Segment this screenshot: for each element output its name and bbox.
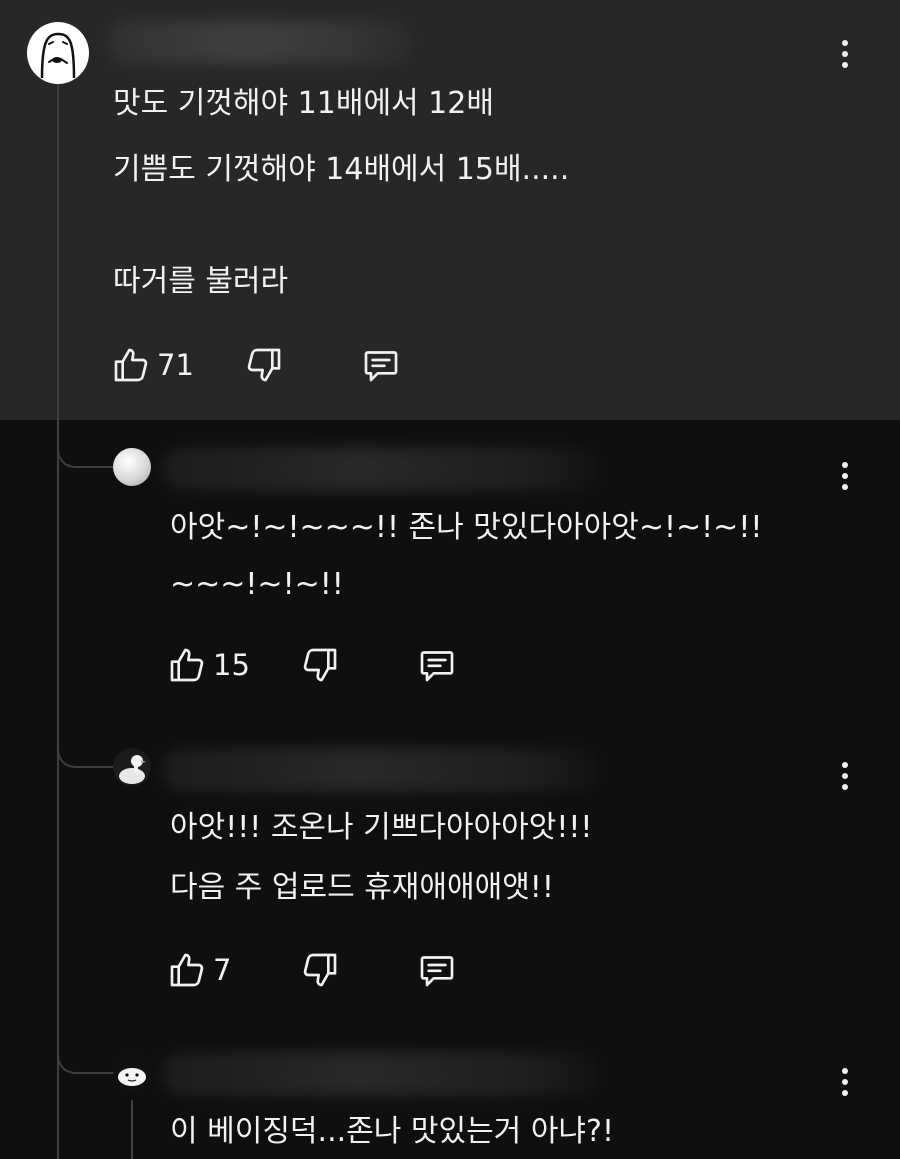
more-vertical-icon (842, 40, 848, 46)
thread-branch (57, 1030, 113, 1074)
thumbs-down-icon (303, 953, 337, 987)
avatar[interactable] (27, 22, 89, 84)
more-vertical-icon (842, 762, 848, 768)
dislike-button[interactable] (244, 345, 284, 385)
like-count: 71 (157, 348, 194, 382)
author-name-blurred[interactable] (160, 1052, 600, 1096)
reply-button[interactable] (416, 645, 458, 685)
more-vertical-icon (842, 1068, 848, 1074)
thread-branch (57, 424, 113, 468)
dislike-button[interactable] (300, 645, 340, 685)
author-name-blurred[interactable] (108, 20, 413, 64)
reply-text-line: ~~~!~!~!! (170, 567, 344, 602)
reply-text-line: 아앗~!~!~~~!! 존나 맛있다아아앗~!~!~!! (170, 510, 763, 545)
thumbs-up-icon (170, 648, 204, 682)
comment-text-line: 따거를 불러라 (113, 264, 289, 299)
thumbs-up-icon (170, 953, 204, 987)
more-options-button[interactable] (833, 1062, 857, 1102)
reply-text-line: 아앗!!! 조온나 기쁘다아아아앗!!! (170, 810, 593, 845)
comment-text-line: 기쁨도 기껏해야 14배에서 15배..... (113, 152, 570, 187)
avatar[interactable] (113, 1054, 151, 1092)
thread-line (57, 84, 59, 1159)
thread-branch (57, 724, 113, 768)
reply-comment-icon (364, 351, 398, 382)
thread-line (131, 1100, 133, 1159)
avatar[interactable] (113, 448, 151, 486)
thumbs-up-icon (114, 348, 148, 382)
dislike-button[interactable] (300, 950, 340, 990)
thumbs-down-icon (303, 648, 337, 682)
author-name-blurred[interactable] (160, 447, 600, 491)
thumbs-down-icon (247, 348, 281, 382)
like-button[interactable]: 7 (167, 950, 231, 990)
reply-button[interactable] (416, 950, 458, 990)
like-button[interactable]: 15 (167, 645, 250, 685)
like-count: 15 (213, 648, 250, 682)
reply-text-line: 다음 주 업로드 휴재애애애앳!! (170, 870, 554, 905)
reply-comment-icon (420, 956, 454, 987)
like-button[interactable]: 71 (111, 345, 194, 385)
reply-text-line: 이 베이징덕...존나 맛있는거 아냐?! (170, 1114, 614, 1149)
reply-comment-icon (420, 651, 454, 682)
author-name-blurred[interactable] (160, 748, 600, 792)
more-vertical-icon (842, 462, 848, 468)
avatar[interactable] (113, 748, 151, 786)
more-options-button[interactable] (833, 756, 857, 796)
duck-avatar-icon (119, 755, 146, 784)
comment-text-line: 맛도 기껏해야 11배에서 12배 (113, 86, 494, 121)
more-options-button[interactable] (833, 456, 857, 496)
reply-button[interactable] (360, 345, 402, 385)
like-count: 7 (213, 953, 232, 987)
more-options-button[interactable] (833, 34, 857, 74)
cartoon-avatar-icon (118, 1068, 146, 1086)
avatar-face-icon (40, 32, 76, 79)
